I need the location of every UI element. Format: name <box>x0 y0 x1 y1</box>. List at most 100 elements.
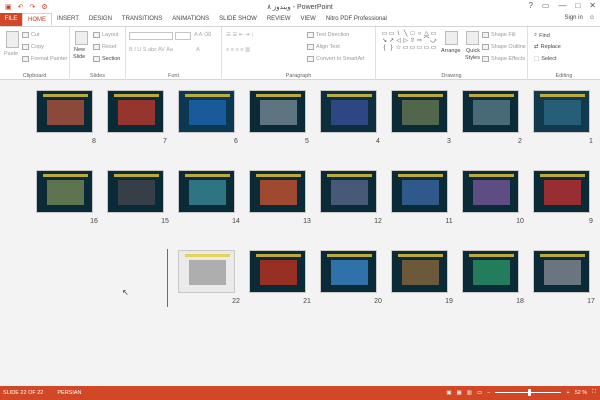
shape-gallery-item[interactable]: ↗ <box>388 38 395 45</box>
zoom-slider-thumb[interactable] <box>528 389 532 396</box>
shape-outline-button[interactable]: Shape Outline <box>482 44 526 50</box>
slide-thumbnail[interactable] <box>36 90 93 133</box>
new-slide-button[interactable]: New <box>74 47 85 53</box>
shape-gallery-item[interactable]: ⌒ <box>423 38 430 45</box>
align-buttons[interactable]: ≡ ≡ ≡ ≡ ▥ <box>226 47 250 53</box>
find-button[interactable]: ⌕ Find <box>534 32 550 39</box>
shape-gallery-item[interactable]: ▭ <box>402 45 409 52</box>
slide-thumbnail[interactable] <box>391 90 448 133</box>
slide-thumbnail[interactable] <box>107 90 164 133</box>
redo-icon[interactable]: ↷ <box>30 3 36 11</box>
zoom-in-icon[interactable]: + <box>566 390 569 396</box>
cut-button[interactable]: Cut <box>22 32 40 38</box>
tab-file[interactable]: FILE <box>0 13 22 26</box>
shape-gallery-item[interactable]: \ <box>395 31 402 38</box>
quick-styles-button[interactable]: Quick <box>466 48 480 54</box>
ribbon-display-icon[interactable]: ▭ <box>542 1 550 10</box>
font-style-buttons[interactable]: B I U S abc AV Aa <box>129 47 173 53</box>
shape-gallery-item[interactable]: ▭ <box>381 31 388 38</box>
slide-thumbnail[interactable] <box>391 170 448 213</box>
format-painter-button[interactable]: Format Painter <box>22 56 67 62</box>
paste-button[interactable]: Paste <box>4 51 18 57</box>
help-icon[interactable]: ? <box>528 1 532 10</box>
shape-gallery-item[interactable]: ▭ <box>416 45 423 52</box>
slideshow-view-icon[interactable]: ▭ <box>477 390 482 396</box>
shape-gallery-item[interactable]: ↘ <box>381 38 388 45</box>
shape-gallery-item[interactable]: ▷ <box>402 38 409 45</box>
close-icon[interactable]: ✕ <box>589 1 596 10</box>
shape-gallery-item[interactable]: } <box>388 45 395 52</box>
tab-slide-show[interactable]: SLIDE SHOW <box>214 13 262 26</box>
tab-home[interactable]: HOME <box>22 13 52 26</box>
slide-thumbnail[interactable] <box>391 250 448 293</box>
sorter-view-icon[interactable]: ▦ <box>457 390 462 396</box>
reset-button[interactable]: Reset <box>93 44 116 50</box>
reading-view-icon[interactable]: ▥ <box>467 390 472 396</box>
zoom-level[interactable]: 52 % <box>575 390 588 396</box>
slide-thumbnail[interactable] <box>462 90 519 133</box>
shape-effects-button[interactable]: Shape Effects <box>482 56 525 62</box>
shape-gallery-item[interactable]: { <box>381 45 388 52</box>
shapes-gallery[interactable]: ▭ ▭ \ ╲ □ ○ △ ▭ ↘ ↗ ◁ ▷ ⇧ ⇨ ⌒ ⤻{} ☆ ▭ ▭ ▭ ▭ ▭ <box>381 31 439 59</box>
slide-thumbnail[interactable] <box>178 170 235 213</box>
shape-gallery-item[interactable]: ▭ <box>409 45 416 52</box>
slide-thumbnail[interactable] <box>533 170 590 213</box>
slide-thumbnail[interactable] <box>107 170 164 213</box>
font-size-buttons[interactable]: A A ⌫ <box>194 32 211 38</box>
language-indicator[interactable]: PERSIAN <box>57 390 81 396</box>
shape-gallery-item[interactable]: ○ <box>416 31 423 38</box>
shape-gallery-item[interactable]: ⤻ <box>430 38 437 45</box>
undo-icon[interactable]: ↶ <box>18 3 24 11</box>
quick-styles-icon[interactable] <box>466 31 479 45</box>
arrange-button[interactable]: Arrange <box>441 48 461 54</box>
shape-gallery-item[interactable]: ╲ <box>402 31 409 38</box>
layout-button[interactable]: Layout <box>93 32 119 38</box>
slide-thumbnail[interactable] <box>320 170 377 213</box>
shape-gallery-item[interactable]: ☆ <box>395 45 402 52</box>
slide-thumbnail[interactable] <box>320 90 377 133</box>
new-slide-icon[interactable] <box>75 31 88 45</box>
minimize-icon[interactable]: — <box>558 1 566 10</box>
paste-icon[interactable] <box>6 31 19 48</box>
new-slide-button-2[interactable]: Slide <box>73 54 85 60</box>
copy-button[interactable]: Copy <box>22 44 44 50</box>
slide-thumbnail[interactable] <box>249 90 306 133</box>
slide-thumbnail[interactable] <box>533 90 590 133</box>
slide-thumbnail[interactable] <box>36 170 93 213</box>
slide-thumbnail[interactable] <box>249 250 306 293</box>
signin-link[interactable]: Sign in <box>565 15 583 21</box>
shape-gallery-item[interactable]: ▭ <box>430 31 437 38</box>
smiley-icon[interactable]: ☺ <box>589 15 595 21</box>
zoom-slider[interactable] <box>495 389 562 396</box>
align-text-button[interactable]: Align Text <box>307 44 340 50</box>
slide-thumbnail[interactable] <box>462 250 519 293</box>
shape-gallery-item[interactable]: ⇨ <box>416 38 423 45</box>
shape-gallery-item[interactable]: ◁ <box>395 38 402 45</box>
list-buttons[interactable]: ☰ ☰ ⇤ ⇥ ↕ <box>226 32 254 38</box>
customize-icon[interactable]: ⚙ <box>41 3 47 11</box>
convert-smartart-button[interactable]: Convert to SmartArt <box>307 56 365 62</box>
shape-gallery-item[interactable]: ▭ <box>423 45 430 52</box>
normal-view-icon[interactable]: ▣ <box>446 390 451 396</box>
slide-thumbnail[interactable] <box>533 250 590 293</box>
fit-slide-icon[interactable]: ⛶ <box>592 389 596 396</box>
section-button[interactable]: Section <box>93 56 120 62</box>
slide-thumbnail[interactable] <box>320 250 377 293</box>
font-size-combo[interactable] <box>175 32 191 40</box>
shape-gallery-item[interactable]: △ <box>423 31 430 38</box>
tab-design[interactable]: DESIGN <box>84 13 117 26</box>
tab-animations[interactable]: ANIMATIONS <box>167 13 214 26</box>
font-color-button[interactable]: A <box>196 47 200 53</box>
tab-review[interactable]: REVIEW <box>262 13 296 26</box>
arrange-icon[interactable] <box>445 31 458 45</box>
shape-gallery-item[interactable]: ▭ <box>388 31 395 38</box>
shape-fill-button[interactable]: Shape Fill <box>482 32 515 38</box>
text-direction-button[interactable]: Text Direction <box>307 32 349 38</box>
shape-gallery-item[interactable]: ⇧ <box>409 38 416 45</box>
zoom-out-icon[interactable]: − <box>487 390 490 396</box>
tab-insert[interactable]: INSERT <box>52 13 84 26</box>
tab-transitions[interactable]: TRANSITIONS <box>117 13 167 26</box>
shape-gallery-item[interactable]: ▭ <box>430 45 437 52</box>
maximize-icon[interactable]: □ <box>575 1 580 10</box>
shape-gallery-item[interactable]: □ <box>409 31 416 38</box>
